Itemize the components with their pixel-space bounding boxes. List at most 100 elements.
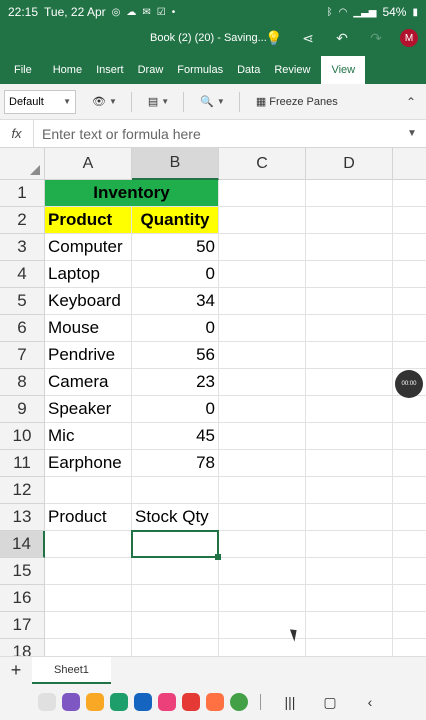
cell-e6[interactable] bbox=[393, 315, 426, 342]
row-header-4[interactable]: 4 bbox=[0, 261, 45, 288]
cell-d11[interactable] bbox=[306, 450, 393, 477]
tab-file[interactable]: File bbox=[0, 56, 46, 84]
formula-input[interactable]: Enter text or formula here bbox=[34, 126, 398, 142]
cell-e16[interactable] bbox=[393, 585, 426, 612]
quantity-cell[interactable]: 0 bbox=[132, 261, 219, 288]
cell-d18[interactable] bbox=[306, 639, 393, 656]
quantity-cell[interactable]: 45 bbox=[132, 423, 219, 450]
cell-a18[interactable] bbox=[45, 639, 132, 656]
home-button[interactable]: ▢ bbox=[313, 694, 347, 711]
row-header-12[interactable]: 12 bbox=[0, 477, 45, 504]
quantity-cell[interactable]: 56 bbox=[132, 342, 219, 369]
tab-formulas[interactable]: Formulas bbox=[170, 56, 230, 84]
cell-d1[interactable] bbox=[306, 180, 393, 207]
document-title[interactable]: Book (2) (20) - Saving... bbox=[150, 32, 267, 44]
messages-app-icon[interactable] bbox=[134, 693, 152, 711]
quantity-cell[interactable]: 50 bbox=[132, 234, 219, 261]
cell-e2[interactable] bbox=[393, 207, 426, 234]
cell-d14[interactable] bbox=[306, 531, 393, 558]
cell-d8[interactable] bbox=[306, 369, 393, 396]
cell-b18[interactable] bbox=[132, 639, 219, 656]
add-sheet-button[interactable]: + bbox=[0, 657, 32, 684]
header-product-cell[interactable]: Product bbox=[45, 207, 132, 234]
cell-a16[interactable] bbox=[45, 585, 132, 612]
cell-e18[interactable] bbox=[393, 639, 426, 656]
cell-c3[interactable] bbox=[219, 234, 306, 261]
quantity-cell[interactable]: 0 bbox=[132, 315, 219, 342]
row-header-18[interactable]: 18 bbox=[0, 639, 45, 656]
cell-c18[interactable] bbox=[219, 639, 306, 656]
fx-icon[interactable]: fx bbox=[0, 120, 34, 147]
cell-e7[interactable] bbox=[393, 342, 426, 369]
cell-d15[interactable] bbox=[306, 558, 393, 585]
tab-insert[interactable]: Insert bbox=[89, 56, 131, 84]
product-cell[interactable]: Camera bbox=[45, 369, 132, 396]
cell-e4[interactable] bbox=[393, 261, 426, 288]
cell-c10[interactable] bbox=[219, 423, 306, 450]
row-header-13[interactable]: 13 bbox=[0, 504, 45, 531]
product-cell[interactable]: Keyboard bbox=[45, 288, 132, 315]
product-cell[interactable]: Computer bbox=[45, 234, 132, 261]
cell-c16[interactable] bbox=[219, 585, 306, 612]
row-header-5[interactable]: 5 bbox=[0, 288, 45, 315]
cell-e13[interactable] bbox=[393, 504, 426, 531]
tab-data[interactable]: Data bbox=[230, 56, 267, 84]
cell-d10[interactable] bbox=[306, 423, 393, 450]
cell-d7[interactable] bbox=[306, 342, 393, 369]
column-header-a[interactable]: A bbox=[45, 148, 132, 180]
quantity-cell[interactable]: 78 bbox=[132, 450, 219, 477]
fill-handle[interactable] bbox=[215, 554, 221, 560]
column-header-c[interactable]: C bbox=[219, 148, 306, 180]
cell-c13[interactable] bbox=[219, 504, 306, 531]
row-header-3[interactable]: 3 bbox=[0, 234, 45, 261]
cell-d9[interactable] bbox=[306, 396, 393, 423]
cell-e11[interactable] bbox=[393, 450, 426, 477]
share-icon[interactable]: ⋖ bbox=[298, 28, 318, 48]
layout-button[interactable]: ▤ ▼ bbox=[142, 90, 175, 114]
video-app-icon[interactable] bbox=[182, 693, 200, 711]
header-quantity-cell[interactable]: Quantity bbox=[132, 207, 219, 234]
column-header-e[interactable] bbox=[393, 148, 426, 180]
cell-e10[interactable] bbox=[393, 423, 426, 450]
chrome-app-icon[interactable] bbox=[230, 693, 248, 711]
spreadsheet-grid[interactable]: A B C D 1 2 3 4 5 6 7 8 9 10 11 12 13 14 15 16 17 18 Inven… bbox=[0, 148, 426, 656]
back-button[interactable]: ‹ bbox=[353, 694, 387, 710]
cell-c6[interactable] bbox=[219, 315, 306, 342]
apps-grid-icon[interactable] bbox=[38, 693, 56, 711]
cell-e1[interactable] bbox=[393, 180, 426, 207]
quantity-cell[interactable]: 34 bbox=[132, 288, 219, 315]
cell-d4[interactable] bbox=[306, 261, 393, 288]
inventory-title-cell[interactable]: Inventory bbox=[45, 180, 219, 207]
cell-e15[interactable] bbox=[393, 558, 426, 585]
cell-e17[interactable] bbox=[393, 612, 426, 639]
undo-icon[interactable]: ↶ bbox=[332, 28, 352, 48]
app-icon[interactable] bbox=[158, 693, 176, 711]
row-header-16[interactable]: 16 bbox=[0, 585, 45, 612]
cell-b12[interactable] bbox=[132, 477, 219, 504]
quantity-cell[interactable]: 23 bbox=[132, 369, 219, 396]
row-header-7[interactable]: 7 bbox=[0, 342, 45, 369]
row-header-14[interactable]: 14 bbox=[0, 531, 45, 558]
cell-b16[interactable] bbox=[132, 585, 219, 612]
stock-qty-label-cell[interactable]: Stock Qty bbox=[132, 504, 219, 531]
cell-d5[interactable] bbox=[306, 288, 393, 315]
cell-c7[interactable] bbox=[219, 342, 306, 369]
row-header-1[interactable]: 1 bbox=[0, 180, 45, 207]
app-icon[interactable] bbox=[62, 693, 80, 711]
lightbulb-icon[interactable]: 💡 bbox=[264, 28, 284, 48]
row-header-2[interactable]: 2 bbox=[0, 207, 45, 234]
column-header-b[interactable]: B bbox=[132, 148, 219, 180]
cell-b15[interactable] bbox=[132, 558, 219, 585]
column-header-d[interactable]: D bbox=[306, 148, 393, 180]
sheet-tab[interactable]: Sheet1 bbox=[32, 657, 111, 684]
product-cell[interactable]: Mouse bbox=[45, 315, 132, 342]
cell-c8[interactable] bbox=[219, 369, 306, 396]
quantity-cell[interactable]: 0 bbox=[132, 396, 219, 423]
cell-e14[interactable] bbox=[393, 531, 426, 558]
redo-icon[interactable]: ↷ bbox=[366, 28, 386, 48]
cell-a14[interactable] bbox=[45, 531, 132, 558]
row-header-6[interactable]: 6 bbox=[0, 315, 45, 342]
cell-c9[interactable] bbox=[219, 396, 306, 423]
cell-a17[interactable] bbox=[45, 612, 132, 639]
product-cell[interactable]: Pendrive bbox=[45, 342, 132, 369]
